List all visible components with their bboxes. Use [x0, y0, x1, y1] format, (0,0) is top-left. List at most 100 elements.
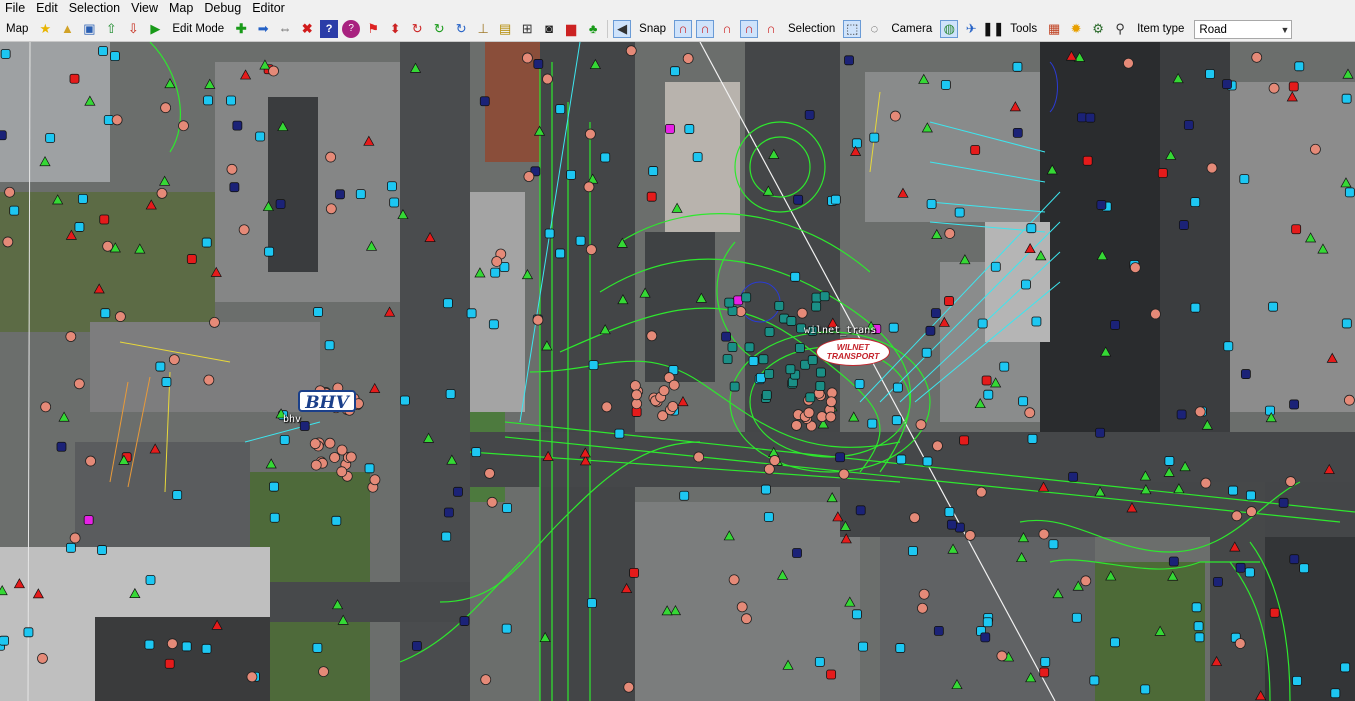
- sign-marker[interactable]: [975, 486, 987, 498]
- snap-magnet-4-icon[interactable]: ∩: [740, 20, 759, 38]
- sign-marker[interactable]: [1080, 575, 1092, 587]
- prefab-node-marker[interactable]: [145, 575, 156, 585]
- prefab-node-marker[interactable]: [1213, 576, 1223, 587]
- sign-marker[interactable]: [728, 574, 740, 586]
- sign-marker[interactable]: [1038, 528, 1050, 540]
- sign-marker[interactable]: [1150, 308, 1161, 320]
- prefab-node-marker[interactable]: [1110, 637, 1120, 648]
- prefab-node-marker[interactable]: [867, 418, 878, 429]
- prefab-node-marker[interactable]: [172, 490, 183, 500]
- prefab-node-marker[interactable]: [1190, 302, 1201, 313]
- map-viewport[interactable]: BHV bhv WILNET TRANSPORT wilnet_trans: [0, 42, 1355, 701]
- prefab-node-marker[interactable]: [74, 222, 85, 232]
- prefab-node-marker[interactable]: [45, 133, 56, 143]
- sign-marker[interactable]: [629, 380, 641, 392]
- sign-marker[interactable]: [658, 385, 670, 397]
- palette-grid-icon[interactable]: ▦: [1045, 20, 1063, 38]
- prefab-node-marker[interactable]: [1223, 341, 1234, 352]
- prefab-node-marker[interactable]: [1071, 612, 1082, 623]
- sign-marker[interactable]: [203, 374, 215, 386]
- prefab-node-marker[interactable]: [888, 322, 899, 333]
- prefab-node-marker[interactable]: [895, 643, 906, 653]
- prefab-node-marker[interactable]: [400, 395, 410, 406]
- prefab-node-marker[interactable]: [830, 194, 841, 205]
- prefab-node-marker[interactable]: [921, 347, 932, 358]
- prefab-node-marker[interactable]: [1292, 675, 1302, 686]
- sign-marker[interactable]: [825, 411, 837, 423]
- sign-marker[interactable]: [65, 331, 77, 342]
- sign-marker[interactable]: [1200, 477, 1212, 489]
- menu-map[interactable]: Map: [164, 0, 199, 17]
- prefab-node-marker[interactable]: [1289, 399, 1299, 410]
- rotate-x-icon[interactable]: ↻: [408, 20, 426, 38]
- prefab-node-marker[interactable]: [255, 131, 266, 142]
- prefab-node-marker[interactable]: [186, 254, 197, 264]
- prefab-node-marker[interactable]: [764, 327, 775, 337]
- prefab-node-marker[interactable]: [835, 452, 846, 463]
- prefab-node-marker[interactable]: [1012, 127, 1023, 138]
- resize-arrows-icon[interactable]: ⇔: [276, 20, 294, 38]
- sign-marker[interactable]: [329, 452, 341, 463]
- sign-marker[interactable]: [484, 468, 495, 479]
- sign-marker[interactable]: [532, 314, 544, 326]
- prefab-node-marker[interactable]: [555, 104, 566, 115]
- prefab-node-marker[interactable]: [727, 342, 738, 353]
- prefab-node-marker[interactable]: [1048, 539, 1059, 550]
- prefab-node-marker[interactable]: [181, 641, 192, 652]
- prefab-node-marker[interactable]: [982, 617, 993, 628]
- prefab-node-marker[interactable]: [930, 308, 941, 319]
- prefab-node-marker[interactable]: [814, 656, 825, 667]
- sign-marker[interactable]: [1285, 476, 1297, 487]
- prefab-node-marker[interactable]: [1245, 490, 1256, 501]
- prefab-node-marker[interactable]: [1330, 688, 1341, 699]
- prefab-node-marker[interactable]: [1194, 632, 1205, 643]
- sign-marker[interactable]: [964, 530, 976, 541]
- map-canvas[interactable]: [0, 42, 1355, 701]
- prefab-node-marker[interactable]: [990, 261, 1001, 272]
- prefab-node-marker[interactable]: [944, 507, 955, 517]
- prefab-node-marker[interactable]: [501, 623, 512, 634]
- sign-marker[interactable]: [791, 420, 802, 431]
- prefab-node-marker[interactable]: [727, 305, 738, 316]
- sign-marker[interactable]: [523, 171, 535, 182]
- prefab-node-marker[interactable]: [977, 318, 988, 329]
- prefab-node-marker[interactable]: [1291, 224, 1302, 235]
- prefab-node-marker[interactable]: [811, 301, 822, 312]
- prefab-node-marker[interactable]: [892, 382, 903, 393]
- prefab-node-marker[interactable]: [1018, 396, 1029, 407]
- prefab-node-marker[interactable]: [811, 292, 822, 303]
- sign-marker[interactable]: [741, 613, 752, 625]
- sign-marker[interactable]: [667, 401, 679, 412]
- sign-marker[interactable]: [324, 437, 336, 449]
- prefab-node-marker[interactable]: [761, 390, 772, 400]
- snap-magnet-1-icon[interactable]: ∩: [674, 20, 693, 38]
- prefab-node-marker[interactable]: [77, 193, 88, 204]
- favorite-star-icon[interactable]: ★: [36, 20, 54, 38]
- prefab-node-marker[interactable]: [795, 343, 805, 353]
- prefab-node-marker[interactable]: [226, 95, 236, 106]
- sign-marker[interactable]: [486, 496, 498, 508]
- flag-icon[interactable]: ⚑: [364, 20, 382, 38]
- prefab-node-marker[interactable]: [925, 325, 936, 336]
- prefab-node-marker[interactable]: [533, 59, 544, 69]
- sign-marker[interactable]: [1024, 407, 1036, 419]
- prefab-node-marker[interactable]: [269, 481, 279, 492]
- pause-icon[interactable]: ❚❚: [982, 20, 1004, 38]
- prefab-node-marker[interactable]: [1068, 471, 1079, 482]
- prefab-node-marker[interactable]: [1021, 279, 1031, 290]
- prefab-node-marker[interactable]: [203, 95, 213, 106]
- ruler-icon[interactable]: ▤: [496, 20, 514, 38]
- sign-marker[interactable]: [889, 110, 901, 122]
- prefab-node-marker[interactable]: [646, 191, 657, 202]
- add-plus-icon[interactable]: ✚: [232, 20, 250, 38]
- prefab-node-marker[interactable]: [201, 643, 212, 654]
- sign-marker[interactable]: [1129, 262, 1141, 274]
- snap-magnet-2-icon[interactable]: ∩: [696, 20, 715, 38]
- menu-editor[interactable]: Editor: [247, 0, 291, 17]
- prefab-node-marker[interactable]: [1341, 93, 1352, 104]
- prefab-node-marker[interactable]: [1299, 563, 1310, 574]
- prefab-node-marker[interactable]: [1235, 562, 1246, 573]
- prefab-node-marker[interactable]: [851, 138, 862, 149]
- prefab-node-marker[interactable]: [959, 435, 970, 446]
- prefab-node-marker[interactable]: [926, 199, 937, 209]
